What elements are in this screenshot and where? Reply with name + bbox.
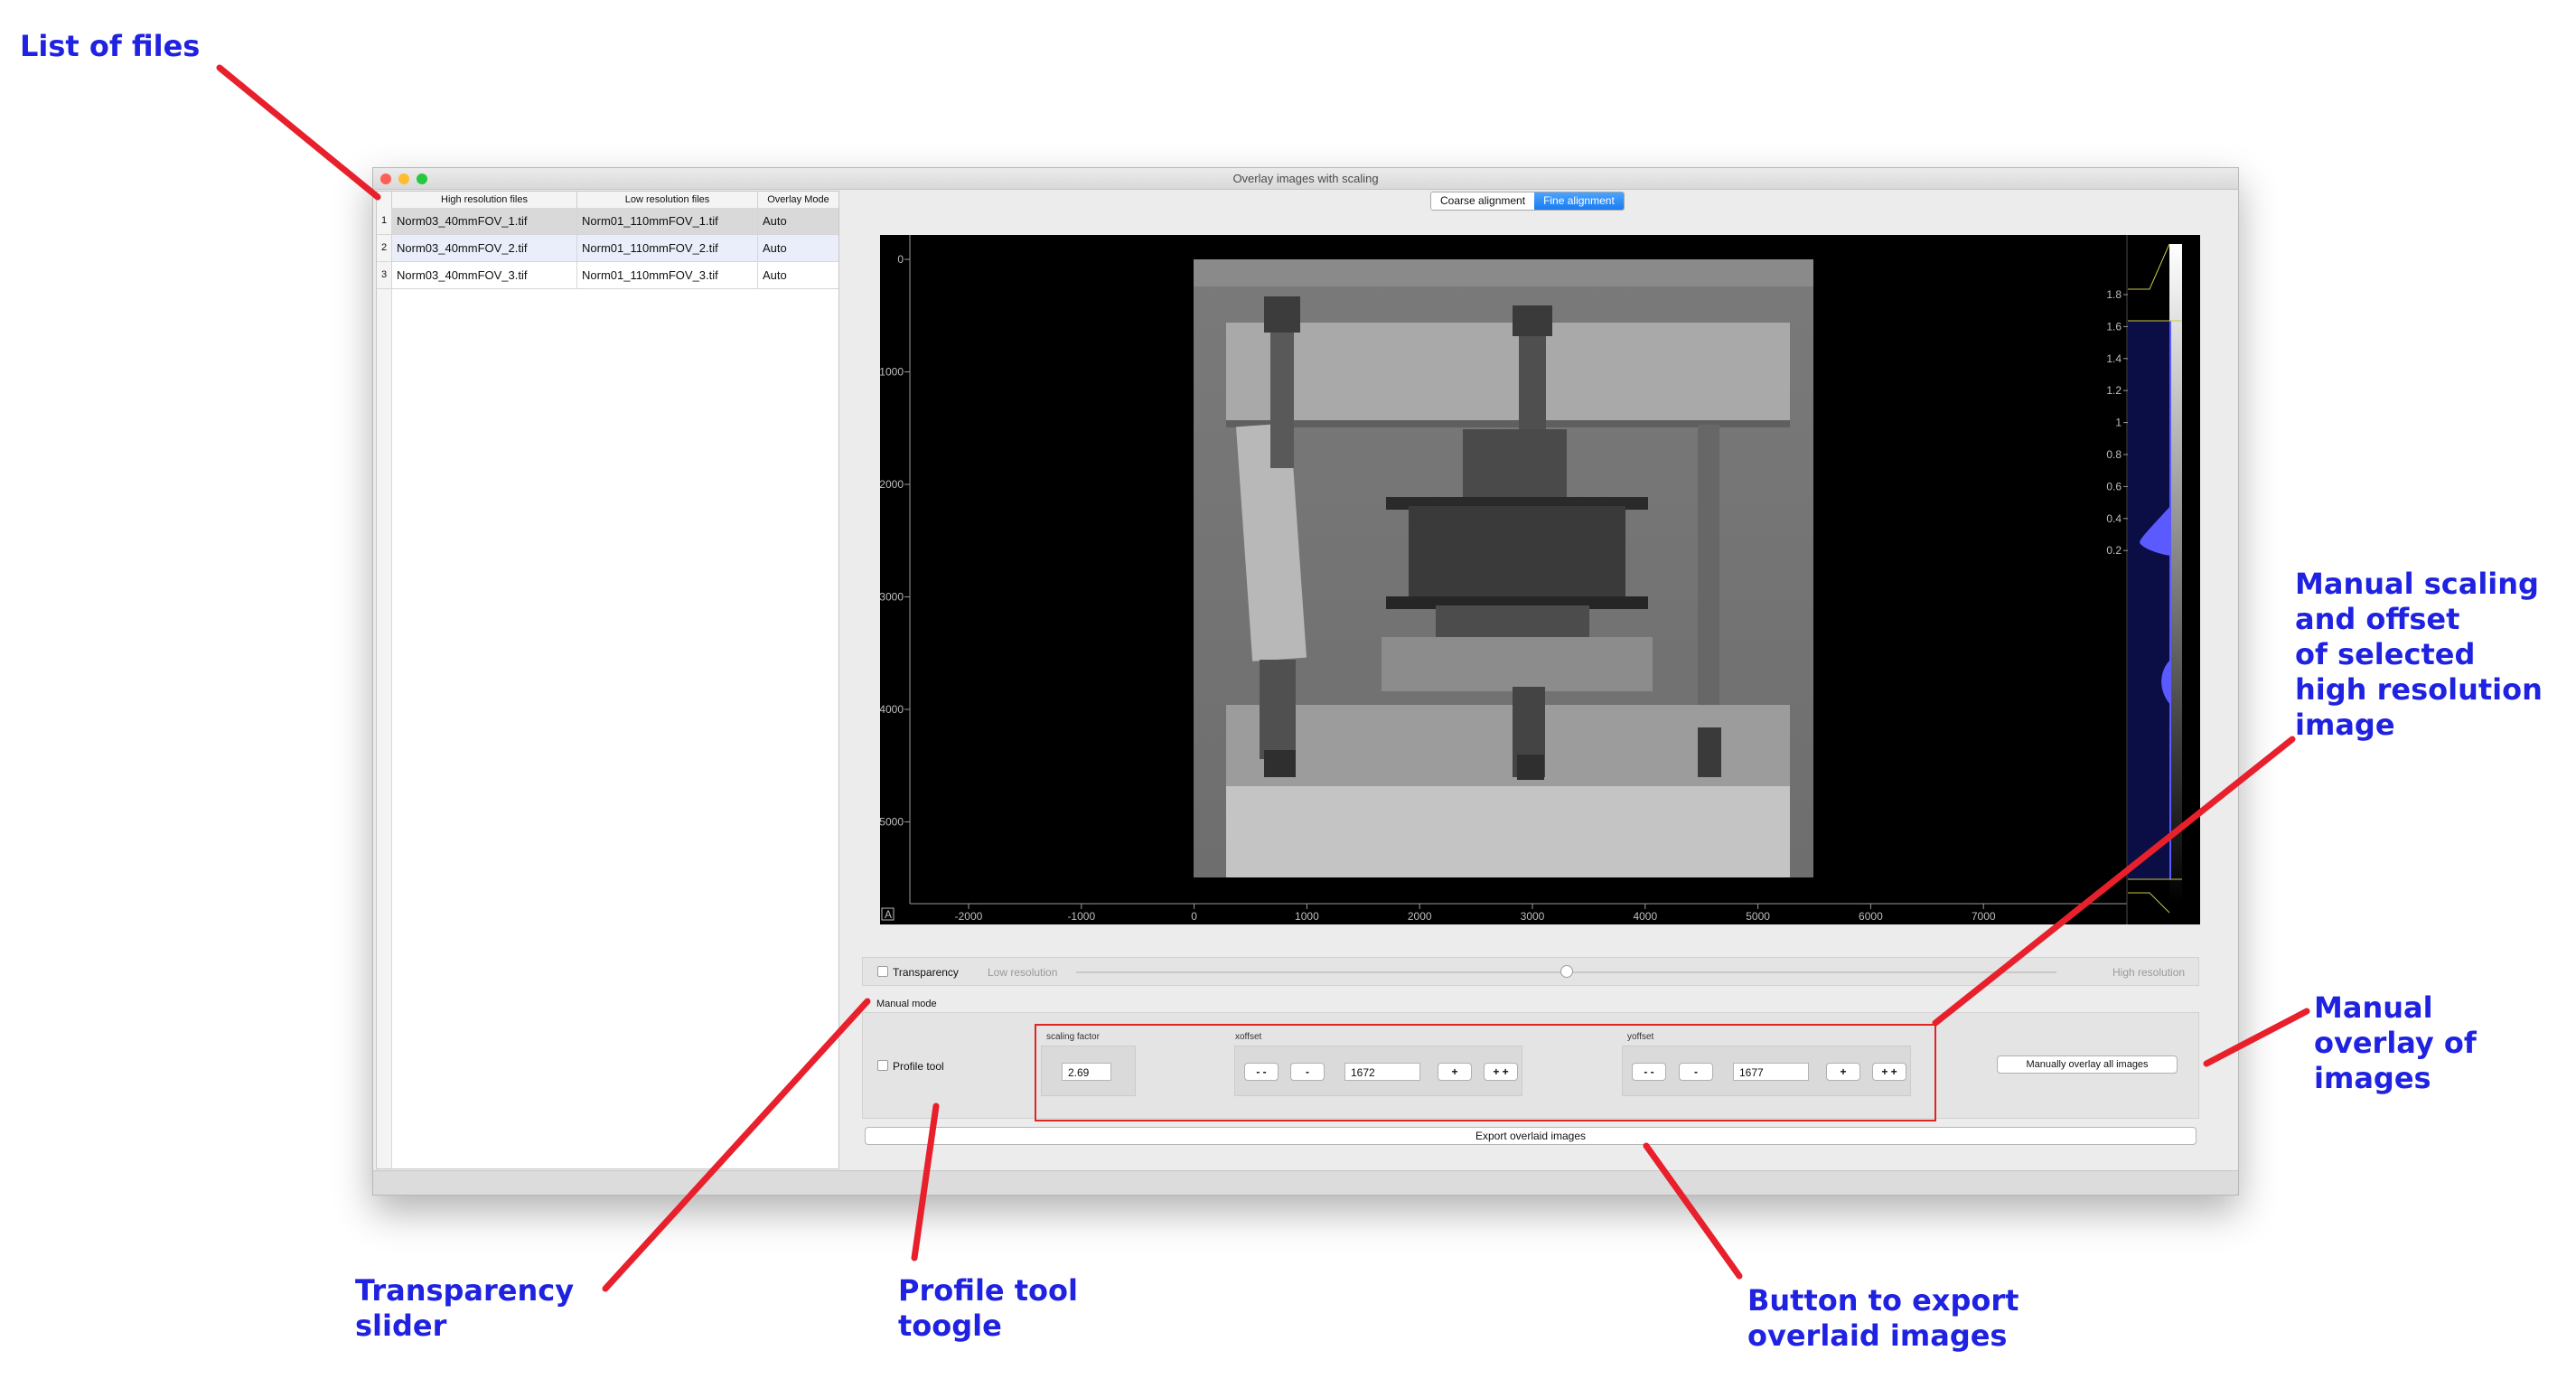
image-view[interactable]: -2000 -1000 0 1000 2000 3000 4000 5000 6000 7000 … — [880, 235, 2200, 924]
table-row[interactable]: 3 Norm03_40mmFOV_3.tif Norm01_110mmFOV_3… — [377, 262, 838, 289]
y-tick-label: 4000 — [880, 703, 904, 716]
histogram-tick-label: 1.6 — [2106, 320, 2122, 333]
tab-fine-alignment[interactable]: Fine alignment — [1534, 192, 1624, 210]
header-overlay-mode[interactable]: Overlay Mode — [757, 192, 838, 208]
y-axis-ticks: 0 1000 2000 3000 4000 5000 — [880, 253, 910, 829]
annotation-profile-tool: Profile tool toogle — [898, 1273, 1078, 1343]
y-tick-label: 3000 — [880, 591, 904, 604]
title-bar: Overlay images with scaling — [373, 168, 2238, 190]
histogram-tick-label: 1.4 — [2106, 352, 2122, 365]
high-res-file[interactable]: Norm03_40mmFOV_2.tif — [391, 235, 576, 261]
overlay-mode[interactable]: Auto — [757, 208, 838, 234]
x-tick-label: 4000 — [1633, 910, 1657, 923]
x-tick-label: 7000 — [1972, 910, 1996, 923]
transparency-label: Transparency — [893, 966, 959, 979]
image-canvas[interactable]: -2000 -1000 0 1000 2000 3000 4000 5000 6000 7000 … — [880, 235, 2200, 924]
histogram-tick-label: 0.8 — [2106, 448, 2122, 461]
highlight-box — [1035, 1024, 1936, 1121]
manually-overlay-all-button[interactable]: Manually overlay all images — [1997, 1055, 2178, 1074]
annotation-list-of-files: List of files — [20, 29, 201, 63]
annotation-transparency-slider: Transparency slider — [355, 1273, 575, 1343]
histogram-tick-label: 0.6 — [2106, 480, 2122, 492]
low-res-file[interactable]: Norm01_110mmFOV_3.tif — [576, 262, 757, 288]
overlay-mode[interactable]: Auto — [757, 262, 838, 288]
high-resolution-label: High resolution — [2112, 966, 2186, 979]
row-header-gutter — [377, 289, 392, 1168]
y-tick-label: 0 — [897, 253, 904, 266]
histogram-tick-label: 1.2 — [2106, 384, 2122, 397]
alignment-tabs: Coarse alignment Fine alignment — [1430, 192, 1625, 211]
x-tick-label: 5000 — [1746, 910, 1770, 923]
x-tick-label: -2000 — [955, 910, 983, 923]
annotation-manual-scaling: Manual scaling and offset of selected hi… — [2295, 567, 2543, 742]
header-low-resolution[interactable]: Low resolution files — [576, 192, 757, 208]
x-tick-label: 2000 — [1408, 910, 1432, 923]
row-index: 1 — [377, 208, 391, 234]
row-index: 3 — [377, 262, 391, 288]
x-tick-label: 1000 — [1295, 910, 1319, 923]
window-title: Overlay images with scaling — [1232, 172, 1379, 185]
high-res-file[interactable]: Norm03_40mmFOV_1.tif — [391, 208, 576, 234]
file-table-header: High resolution files Low resolution fil… — [377, 192, 838, 209]
row-index: 2 — [377, 235, 391, 261]
transparency-slider-handle[interactable] — [1560, 965, 1573, 978]
colorbar[interactable] — [2169, 244, 2182, 904]
table-row[interactable]: 1 Norm03_40mmFOV_1.tif Norm01_110mmFOV_1… — [377, 208, 838, 235]
histogram-tick-label: 0.4 — [2106, 512, 2122, 525]
histogram-ticks: 1.8 1.6 1.4 1.2 1 0.8 0.6 0.4 0.2 — [2106, 288, 2128, 557]
histogram-tick-label: 1.8 — [2106, 288, 2122, 301]
status-strip — [373, 1170, 2238, 1195]
transparency-panel: Transparency Low resolution High resolut… — [862, 957, 2199, 986]
transparency-checkbox[interactable] — [877, 966, 888, 977]
low-resolution-label: Low resolution — [988, 966, 1058, 979]
x-tick-label: 0 — [1191, 910, 1197, 923]
x-tick-label: 6000 — [1859, 910, 1883, 923]
low-res-file[interactable]: Norm01_110mmFOV_2.tif — [576, 235, 757, 261]
x-tick-label: 3000 — [1521, 910, 1545, 923]
auto-range-label: A — [885, 908, 892, 921]
histogram-tick-label: 1 — [2115, 417, 2122, 429]
tab-coarse-alignment[interactable]: Coarse alignment — [1431, 192, 1535, 210]
y-tick-label: 5000 — [880, 816, 904, 829]
arrow-list-of-files — [216, 64, 381, 201]
manual-mode-label: Manual mode — [876, 999, 937, 1009]
x-axis-ticks: -2000 -1000 0 1000 2000 3000 4000 5000 6000 7000 — [955, 904, 1996, 923]
app-window: Overlay images with scaling High resolut… — [372, 167, 2239, 1196]
y-tick-label: 1000 — [880, 366, 904, 379]
histogram-panel[interactable] — [2128, 243, 2182, 914]
table-row[interactable]: 2 Norm03_40mmFOV_2.tif Norm01_110mmFOV_2… — [377, 235, 838, 262]
xray-image — [1194, 259, 1813, 877]
file-table[interactable]: High resolution files Low resolution fil… — [376, 191, 839, 1169]
overlay-mode[interactable]: Auto — [757, 235, 838, 261]
y-tick-label: 2000 — [880, 478, 904, 491]
high-res-file[interactable]: Norm03_40mmFOV_3.tif — [391, 262, 576, 288]
histogram-tick-label: 0.2 — [2106, 544, 2122, 557]
header-high-resolution[interactable]: High resolution files — [391, 192, 576, 208]
annotation-export-button: Button to export overlaid images — [1747, 1283, 2019, 1353]
low-res-file[interactable]: Norm01_110mmFOV_1.tif — [576, 208, 757, 234]
profile-tool-label: Profile tool — [893, 1060, 944, 1073]
profile-tool-checkbox[interactable] — [877, 1060, 888, 1071]
x-tick-label: -1000 — [1067, 910, 1095, 923]
export-overlaid-images-button[interactable]: Export overlaid images — [865, 1127, 2197, 1145]
annotation-manual-overlay: Manual overlay of images — [2314, 990, 2477, 1095]
